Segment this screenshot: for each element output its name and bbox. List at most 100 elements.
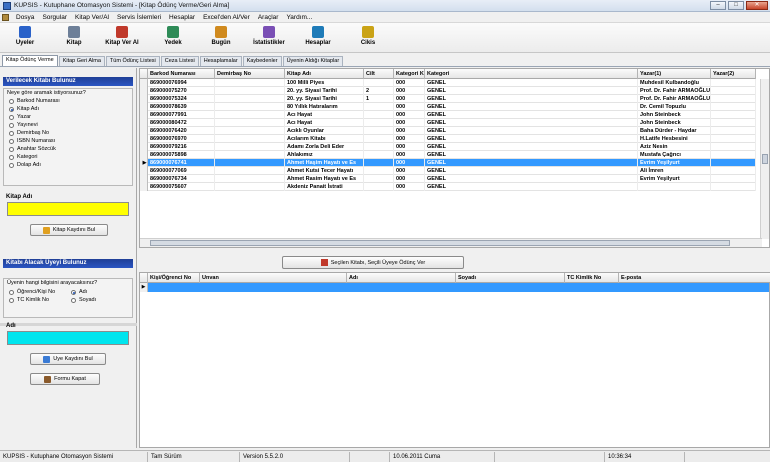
minimize-button[interactable]: –	[710, 1, 726, 10]
find-book-button[interactable]: Kitap Kaydını Bul	[30, 224, 108, 236]
member-name-input[interactable]	[7, 331, 129, 345]
table-cell: 000	[394, 135, 425, 143]
radio-button[interactable]	[71, 297, 76, 303]
radio-button[interactable]	[9, 130, 14, 136]
toolbar-users-button[interactable]: Uyeler	[10, 25, 40, 51]
toolbar-accounts-button[interactable]: Hesaplar	[300, 25, 336, 51]
column-header[interactable]: Yazar(1)	[638, 69, 711, 79]
tab-kitap-odunc-verme[interactable]: Kitap Ödünç Verme	[2, 55, 58, 66]
close-form-button[interactable]: Formu Kapat	[30, 373, 100, 385]
column-header[interactable]: Demirbaş No	[215, 69, 285, 79]
column-header[interactable]: Kişi/Öğrenci No	[148, 273, 200, 283]
tab-ceza-listesi[interactable]: Ceza Listesi	[160, 56, 199, 66]
table-cell	[215, 175, 285, 183]
column-header[interactable]: Yazar(2)	[711, 69, 756, 79]
menu-araclar[interactable]: Araçlar	[254, 14, 283, 21]
table-row[interactable]: 869000076970 Acılarım Kitabı 000 GENEL H.Lat…	[140, 135, 756, 143]
member-search-question: Üyenin hangi bilgisini arayacaksınız?	[7, 280, 98, 286]
book-search-option[interactable]: Kitap Adı	[4, 105, 132, 113]
radio-button[interactable]	[9, 289, 14, 295]
table-row[interactable]: 869000078639 80 Yıllık Hatıralarım 000 GENE…	[140, 103, 756, 111]
book-search-option[interactable]: Dolap Adı	[4, 161, 132, 169]
tab-hesaplamalar[interactable]: Hesaplamalar	[199, 56, 242, 66]
table-row[interactable]: 869000075324 20. yy. Siyasi Tarihi 1 000 GEN…	[140, 95, 756, 103]
book-search-option[interactable]: ISBN Numarası	[4, 137, 132, 145]
member-search-option[interactable]: Adı	[66, 288, 128, 296]
radio-button[interactable]	[9, 106, 14, 112]
radio-button[interactable]	[71, 289, 76, 295]
find-member-button[interactable]: Uye Kaydını Bul	[30, 353, 106, 365]
book-search-option[interactable]: Barkod Numarası	[4, 97, 132, 105]
maximize-button[interactable]: □	[728, 1, 744, 10]
column-header[interactable]: Soyadı	[456, 273, 565, 283]
table-row[interactable]: 869000077991 Acı Hayat 000 GENEL John Steinb…	[140, 111, 756, 119]
toolbar-today-button[interactable]: Bugün	[206, 25, 236, 51]
table-row[interactable]: 869000075270 20. yy. Siyasi Tarihi 2 000 GEN…	[140, 87, 756, 95]
member-grid: Kişi/Öğrenci No Unvan Adı Soyadı TC Kimlik N…	[139, 272, 770, 448]
row-indicator-icon	[140, 127, 148, 135]
member-new-row[interactable]: ▶	[140, 283, 769, 292]
member-search-option[interactable]: Öğrenci/Kişi No	[4, 288, 66, 296]
radio-button[interactable]	[9, 114, 14, 120]
table-row[interactable]: 869000076420 Acıklı Oyunlar 000 GENEL Baha D…	[140, 127, 756, 135]
column-header[interactable]: Barkod Numarası	[148, 69, 215, 79]
column-header[interactable]: Unvan	[200, 273, 347, 283]
panel-splitter[interactable]	[0, 323, 137, 326]
menu-sorgular[interactable]: Sorgular	[38, 14, 71, 21]
menu-servis[interactable]: Servis İslemleri	[113, 14, 165, 21]
radio-button[interactable]	[9, 98, 14, 104]
column-header[interactable]: Adı	[347, 273, 456, 283]
member-search-option[interactable]: TC Kimlik No	[4, 296, 66, 304]
close-button[interactable]: ✕	[746, 1, 768, 10]
radio-button[interactable]	[9, 138, 14, 144]
toolbar-book-button[interactable]: Kitap	[60, 25, 88, 51]
tab-kaybedenler[interactable]: Kaybedenler	[242, 56, 282, 66]
book-search-option[interactable]: Anahtar Sözcük	[4, 145, 132, 153]
book-search-option[interactable]: Yazar	[4, 113, 132, 121]
table-row[interactable]: 869000075607 Akdeniz Panait İstrati 000 GEN…	[140, 183, 756, 191]
book-search-option[interactable]: Kategori	[4, 153, 132, 161]
book-search-option[interactable]: Yayınevi	[4, 121, 132, 129]
radio-button[interactable]	[9, 154, 14, 160]
scroll-thumb[interactable]	[150, 240, 730, 246]
lend-book-button[interactable]: Seçilen Kitabı, Seçili Üyeye Ödünç Ver	[282, 256, 464, 269]
column-header[interactable]: Kategori Kodu	[394, 69, 425, 79]
book-grid-horizontal-scrollbar[interactable]	[140, 238, 762, 247]
tab-tum-odunc-listesi[interactable]: Tüm Ödünç Listesi	[105, 56, 160, 66]
table-row[interactable]: 869000077069 Ahmet Kutsi Tecer Hayatı 000 G…	[140, 167, 756, 175]
column-header[interactable]: Kitap Adı	[285, 69, 364, 79]
menu-kitap-ver-al[interactable]: Kitap Ver/Al	[71, 14, 113, 21]
column-header[interactable]: Kategori	[425, 69, 638, 79]
menu-excel[interactable]: Excel'den Al/Ver	[199, 14, 254, 21]
table-row[interactable]: 869000079216 Adamı Zorla Deli Eder 000 GENE…	[140, 143, 756, 151]
book-name-input[interactable]	[7, 202, 129, 216]
toolbar-stats-button[interactable]: İstatistikler	[246, 25, 292, 51]
book-grid-vertical-scrollbar[interactable]	[760, 79, 769, 239]
menu-yardim[interactable]: Yardım...	[282, 14, 316, 21]
table-cell: 80 Yıllık Hatıralarım	[285, 103, 364, 111]
radio-button[interactable]	[9, 122, 14, 128]
table-cell: Ahmet Rasim Hayatı ve Es	[285, 175, 364, 183]
radio-button[interactable]	[9, 146, 14, 152]
column-header[interactable]: E-posta	[619, 273, 770, 283]
radio-button[interactable]	[9, 162, 14, 168]
menu-hesaplar[interactable]: Hesaplar	[165, 14, 199, 21]
menu-dosya[interactable]: Dosya	[12, 14, 38, 21]
book-search-option[interactable]: Demirbaş No	[4, 129, 132, 137]
scroll-thumb[interactable]	[762, 154, 768, 164]
member-search-option[interactable]: Soyadı	[66, 296, 128, 304]
table-row[interactable]: ▶ 869000076741 Ahmet Haşim Hayatı ve Es 000…	[140, 159, 756, 167]
table-cell	[215, 143, 285, 151]
table-row[interactable]: 869000076994 100 Milli Piyes 000 GENEL Muhde…	[140, 79, 756, 87]
tab-kitap-geri-alma[interactable]: Kitap Geri Alma	[58, 56, 105, 66]
toolbar-backup-button[interactable]: Yedek	[158, 25, 188, 51]
toolbar-lend-button[interactable]: Kitap Ver Al	[100, 25, 144, 51]
table-row[interactable]: 869000075898 Ahlakımız 000 GENEL Mustafa Çağ…	[140, 151, 756, 159]
table-row[interactable]: 869000076734 Ahmet Rasim Hayatı ve Es 000 G…	[140, 175, 756, 183]
toolbar-exit-button[interactable]: Cikis	[355, 25, 381, 51]
tab-uyenin-aldigi-kitaplar[interactable]: Üyenin Aldığı Kitaplar	[282, 56, 344, 66]
column-header[interactable]: Cilt	[364, 69, 394, 79]
table-row[interactable]: 869000080472 Acı Hayat 000 GENEL John Steinb…	[140, 119, 756, 127]
radio-button[interactable]	[9, 297, 14, 303]
column-header[interactable]: TC Kimlik No	[565, 273, 619, 283]
